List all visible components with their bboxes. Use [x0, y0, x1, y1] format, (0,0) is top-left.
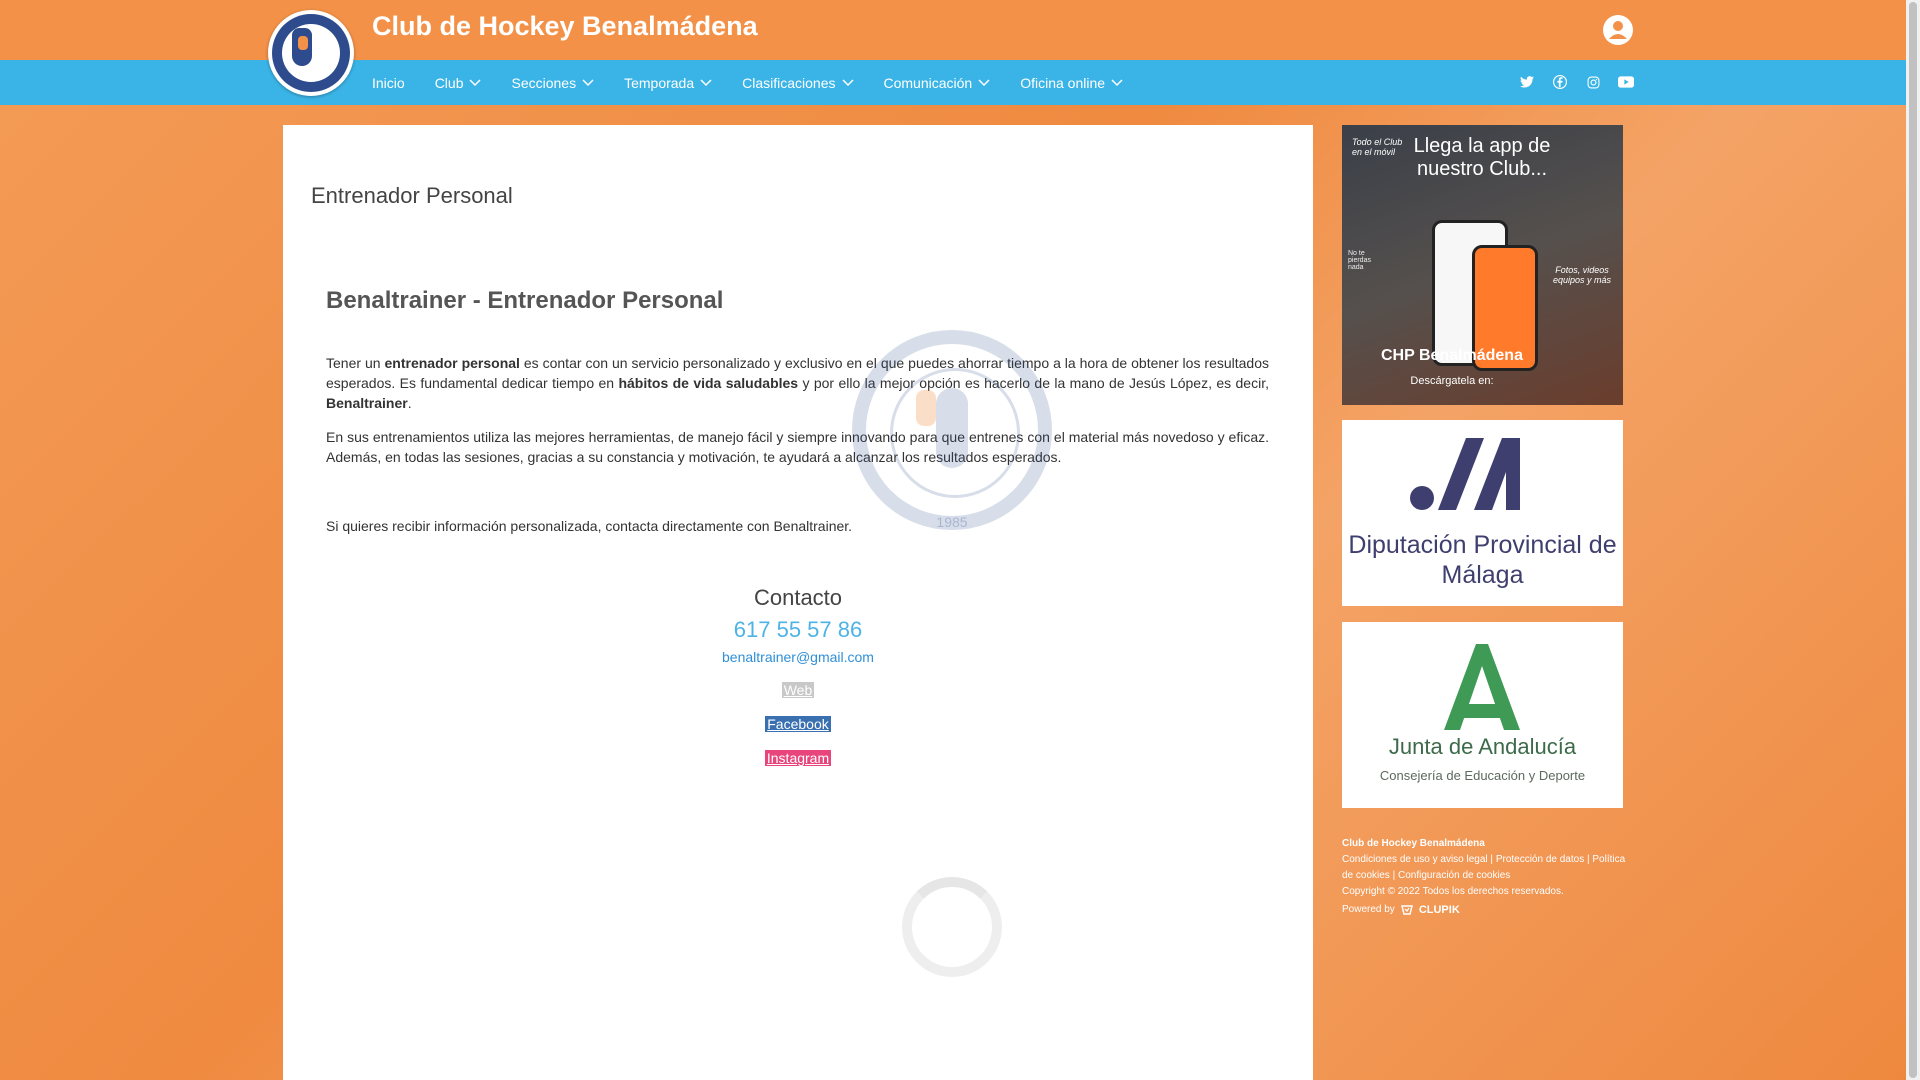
nav-label: Secciones: [511, 74, 577, 91]
sponsor-name: Diputación Provincial de Málaga: [1348, 531, 1617, 589]
page-scrollbar[interactable]: [1906, 0, 1920, 1080]
contact-phone[interactable]: 617 55 57 86: [283, 617, 1313, 643]
promo-side-text: Fotos, videos equipos y más: [1552, 265, 1612, 285]
article-paragraph: En sus entrenamientos utiliza las mejore…: [326, 429, 1269, 465]
content-panel: Entrenador Personal Benaltrainer - Entre…: [283, 125, 1313, 1080]
nav-item-comunicacion[interactable]: Comunicación: [884, 75, 991, 91]
nav-label: Clasificaciones: [742, 74, 836, 91]
facebook-link-row: Facebook: [283, 716, 1313, 734]
junta-logo-icon: [1444, 644, 1520, 730]
footer-copyright: Copyright © 2022 Todos los derechos rese…: [1342, 886, 1564, 897]
chevron-down-icon: [582, 78, 594, 86]
article-paragraph: Tener un entrenador personal es contar c…: [326, 355, 1269, 411]
diputacion-logo-icon: [1410, 438, 1520, 510]
page-title: Entrenador Personal: [311, 183, 513, 208]
youtube-icon[interactable]: [1617, 73, 1635, 91]
club-watermark: 1985: [852, 330, 1052, 530]
promo-download: Descárgatela en:: [1410, 375, 1494, 387]
nav-item-temporada[interactable]: Temporada: [624, 75, 712, 91]
club-logo[interactable]: [268, 10, 354, 96]
sponsor-diputacion[interactable]: Diputación Provincial de Málaga: [1342, 420, 1623, 606]
nav-label: Oficina online: [1020, 74, 1106, 91]
nav-item-clasificaciones[interactable]: Clasificaciones: [742, 74, 854, 91]
site-title[interactable]: Club de Hockey Benalmádena: [372, 11, 758, 42]
footer-link-cookie-config[interactable]: Configuración de cookies: [1398, 870, 1510, 881]
footer-club-name: Club de Hockey Benalmádena: [1342, 838, 1485, 849]
instagram-link-row: Instagram: [283, 750, 1313, 768]
social-links: [1518, 73, 1635, 91]
nav-label: Temporada: [624, 74, 695, 91]
chevron-down-icon: [1111, 78, 1123, 86]
nav-label: Comunicación: [883, 74, 973, 91]
loading-spinner: [902, 877, 1002, 977]
article-title: Benaltrainer - Entrenador Personal: [326, 287, 724, 314]
app-promo-banner[interactable]: Todo el Club en el móvil Llega la app de…: [1342, 125, 1623, 405]
footer-powered: Powered by CLUPIK: [1342, 902, 1627, 918]
nav-item-inicio[interactable]: Inicio: [372, 75, 405, 91]
footer: Club de Hockey Benalmádena Condiciones d…: [1342, 836, 1627, 918]
sponsor-name: Junta de Andalucía: [1388, 734, 1577, 759]
facebook-icon[interactable]: [1551, 73, 1569, 91]
instagram-button[interactable]: Instagram: [764, 750, 832, 766]
footer-link-legal[interactable]: Condiciones de uso y aviso legal: [1342, 854, 1488, 865]
twitter-icon[interactable]: [1518, 73, 1536, 91]
facebook-button[interactable]: Facebook: [765, 716, 831, 732]
contact-title: Contacto: [753, 585, 843, 610]
nav-item-club[interactable]: Club: [435, 75, 482, 91]
watermark-year: 1985: [936, 514, 968, 530]
contact-email[interactable]: benaltrainer@gmail.com: [283, 649, 1313, 665]
nav-menu: Inicio Club Secciones Temporada Clasific…: [372, 60, 1153, 105]
promo-brand: CHP Benalmádena: [1381, 347, 1523, 364]
user-account-icon[interactable]: [1602, 14, 1634, 46]
footer-link-privacy[interactable]: Protección de datos: [1496, 854, 1584, 865]
nav-item-oficina-online[interactable]: Oficina online: [1020, 75, 1123, 91]
chevron-down-icon: [469, 78, 482, 86]
article-paragraph: Si quieres recibir información personali…: [326, 518, 853, 534]
instagram-icon[interactable]: [1584, 73, 1602, 91]
chevron-down-icon: [700, 78, 712, 86]
powered-label: Powered by: [1342, 904, 1395, 915]
nav-label: Club: [434, 74, 464, 91]
chevron-down-icon: [841, 78, 854, 86]
chevron-down-icon: [978, 78, 990, 86]
web-link-row: Web: [283, 682, 1313, 700]
web-button[interactable]: Web: [781, 682, 815, 698]
nav-label: Inicio: [372, 74, 405, 91]
nav-item-secciones[interactable]: Secciones: [511, 75, 594, 91]
clupik-logo-icon: [1400, 905, 1413, 915]
sponsor-subtitle: Consejería de Educación y Deporte: [1379, 768, 1586, 783]
clupik-link[interactable]: CLUPIK: [1419, 902, 1460, 918]
promo-side-text: No te pierdas nada: [1348, 250, 1371, 271]
scrollbar-thumb[interactable]: [1909, 2, 1917, 1078]
sponsor-junta[interactable]: Junta de Andalucía Consejería de Educaci…: [1342, 622, 1623, 808]
promo-headline: Llega la app de nuestro Club...: [1413, 135, 1551, 180]
footer-links: Condiciones de uso y aviso legal | Prote…: [1342, 854, 1626, 881]
